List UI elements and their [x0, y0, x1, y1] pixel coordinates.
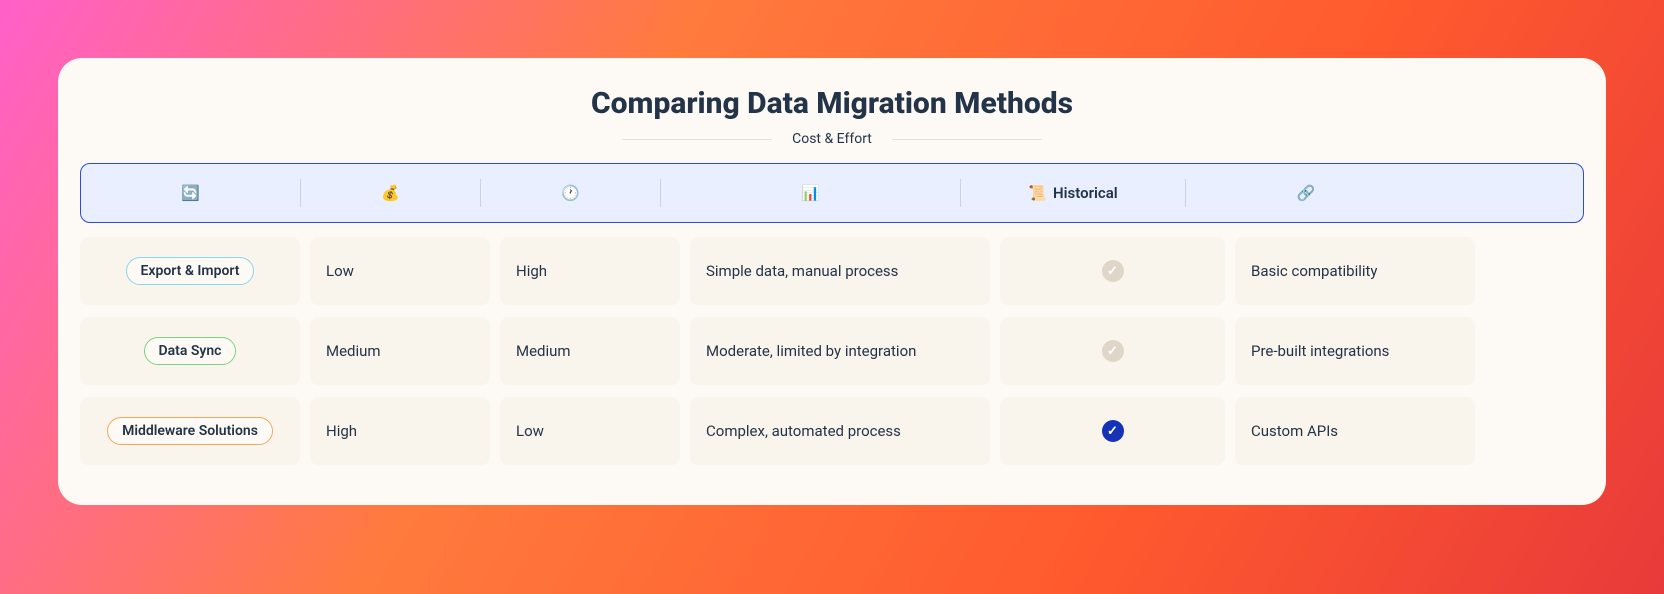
complexity-cell: Simple data, manual process — [690, 237, 990, 305]
effort-cell: Low — [500, 397, 680, 465]
check-icon: ✓ — [1102, 260, 1124, 282]
header-integration: 🔗 — [1186, 179, 1426, 207]
method-pill: Export & Import — [126, 257, 255, 285]
historical-cell: ✓ — [1000, 237, 1225, 305]
comparison-card: Comparing Data Migration Methods Cost & … — [58, 58, 1606, 505]
integration-cell: Basic compatibility — [1235, 237, 1475, 305]
clock-icon: 🕐 — [561, 184, 580, 202]
effort-cell: Medium — [500, 317, 680, 385]
sync-icon: 🔄 — [181, 184, 200, 202]
header-method: 🔄 — [81, 179, 301, 207]
complexity-cell: Complex, automated process — [690, 397, 990, 465]
subhead-label: Cost & Effort — [792, 131, 872, 147]
cost-cell: High — [310, 397, 490, 465]
header-cost: 💰 — [301, 179, 481, 207]
table-row: Middleware Solutions HighLowComplex, auto… — [80, 397, 1584, 465]
chart-icon: 📊 — [801, 184, 820, 202]
check-icon: ✓ — [1102, 420, 1124, 442]
header-complexity: 📊 — [661, 179, 961, 207]
method-pill: Data Sync — [144, 337, 237, 365]
link-icon: 🔗 — [1297, 184, 1316, 202]
header-historical-label: Historical — [1053, 184, 1118, 202]
method-cell: Export & Import — [80, 237, 300, 305]
method-cell: Middleware Solutions — [80, 397, 300, 465]
method-cell: Data Sync — [80, 317, 300, 385]
complexity-cell: Moderate, limited by integration — [690, 317, 990, 385]
page-title: Comparing Data Migration Methods — [78, 86, 1586, 121]
divider-left — [622, 139, 772, 140]
money-icon: 💰 — [381, 184, 400, 202]
integration-cell: Pre-built integrations — [1235, 317, 1475, 385]
table-row: Data SyncMediumMediumModerate, limited b… — [80, 317, 1584, 385]
subhead-row: Cost & Effort — [78, 131, 1586, 147]
historical-cell: ✓ — [1000, 317, 1225, 385]
scroll-icon: 📜 — [1028, 184, 1047, 202]
historical-cell: ✓ — [1000, 397, 1225, 465]
table-body: Export & ImportLowHighSimple data, manua… — [78, 237, 1586, 465]
cost-cell: Medium — [310, 317, 490, 385]
table-row: Export & Import LowHighSimple data, manua… — [80, 237, 1584, 305]
cost-cell: Low — [310, 237, 490, 305]
effort-cell: High — [500, 237, 680, 305]
header-historical: 📜 Historical — [961, 179, 1186, 207]
method-pill: Middleware Solutions — [107, 417, 273, 445]
header-effort: 🕐 — [481, 179, 661, 207]
table-header: 🔄 💰 🕐 📊 📜 Historical 🔗 — [80, 163, 1584, 223]
divider-right — [892, 139, 1042, 140]
integration-cell: Custom APIs — [1235, 397, 1475, 465]
check-icon: ✓ — [1102, 340, 1124, 362]
